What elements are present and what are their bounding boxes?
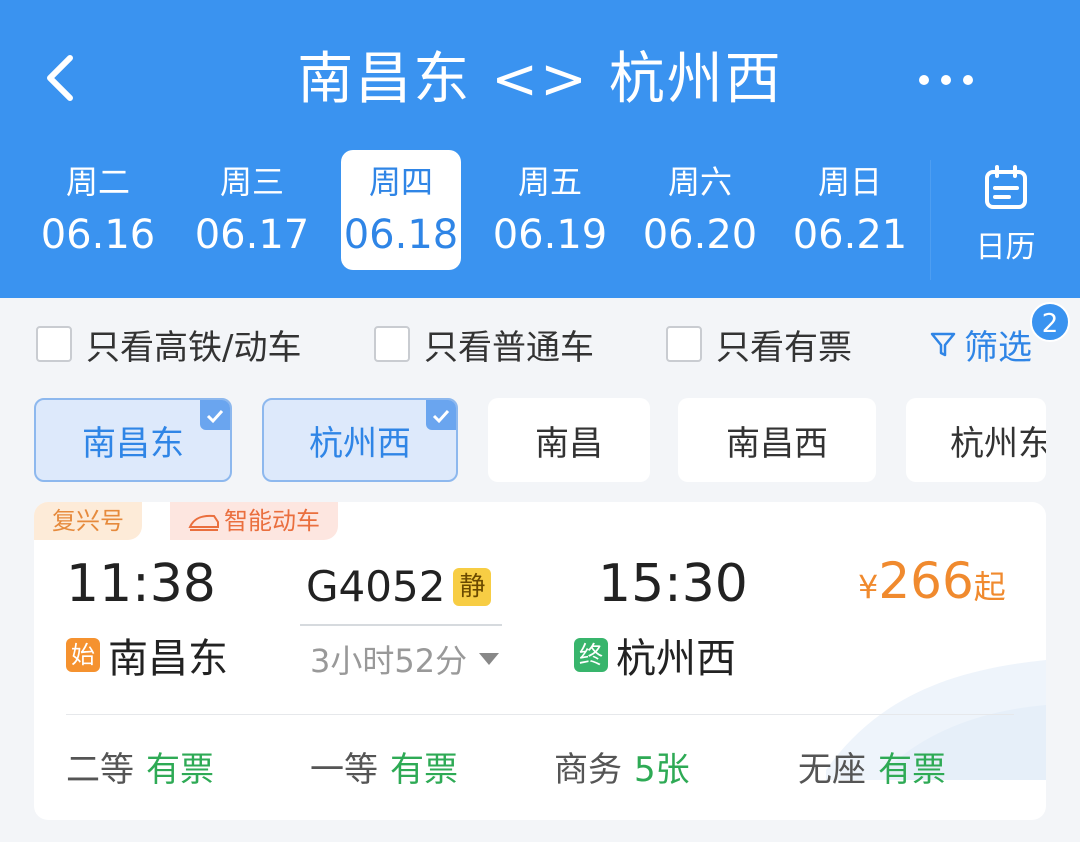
- seat-status: 有票: [146, 750, 214, 790]
- date-tab-weekday: 周五: [517, 163, 582, 201]
- date-tab-0620[interactable]: 周六 06.20: [630, 150, 770, 270]
- calendar-icon: [984, 165, 1027, 209]
- station-chip-label: 杭州东: [950, 423, 1046, 464]
- station-chip-hangzhouxi[interactable]: 杭州西: [262, 398, 458, 482]
- date-tab-date: 06.17: [194, 212, 310, 258]
- origin-badge: 始: [66, 638, 100, 672]
- train-number-text: G4052: [306, 562, 446, 611]
- duration-toggle[interactable]: 3小时52分: [310, 636, 500, 682]
- train-number: G4052 静: [306, 562, 492, 611]
- date-tab-0621[interactable]: 周日 06.21: [780, 150, 920, 270]
- filter-high-speed[interactable]: 只看高铁/动车: [36, 322, 302, 368]
- date-tab-date: 06.21: [792, 212, 908, 258]
- price-currency: ¥: [858, 568, 879, 606]
- date-tab-0618[interactable]: 周四 06.18: [341, 150, 461, 270]
- seat-class: 无座: [798, 750, 866, 790]
- station-chips: 南昌东 杭州西 南昌 南昌西 杭州东: [0, 398, 1080, 482]
- station-chip-label: 杭州西: [309, 423, 411, 464]
- date-tab-weekday: 周三: [219, 163, 284, 201]
- station-chip-hangzhoudong[interactable]: 杭州东: [906, 398, 1046, 482]
- seat-second-class: 二等 有票: [66, 742, 214, 791]
- tag-smart-emu-label: 智能动车: [224, 507, 320, 535]
- station-chip-nanchang[interactable]: 南昌: [488, 398, 650, 482]
- check-corner-icon: [200, 400, 230, 430]
- tag-smart-emu: 智能动车: [170, 502, 338, 540]
- date-tab-date: 06.20: [642, 212, 758, 258]
- arrival-station: 终 杭州西: [574, 626, 736, 684]
- departure-station: 始 南昌东: [66, 626, 228, 684]
- date-tab-date: 06.18: [343, 212, 459, 258]
- filter-normal[interactable]: 只看普通车: [374, 322, 594, 368]
- date-tab-weekday: 周四: [368, 163, 433, 201]
- filter-button[interactable]: 筛选: [928, 322, 1032, 368]
- date-tab-date: 06.16: [40, 212, 156, 258]
- departure-station-name: 南昌东: [108, 636, 228, 682]
- station-chip-label: 南昌东: [82, 423, 184, 464]
- date-tab-weekday: 周六: [667, 163, 732, 201]
- seat-availability: 二等 有票 一等 有票 商务 5张 无座 有票: [66, 742, 1026, 792]
- seat-status: 有票: [878, 750, 946, 790]
- calendar-button[interactable]: 日历: [930, 160, 1080, 280]
- check-corner-icon: [426, 400, 456, 430]
- seat-class: 二等: [66, 750, 134, 790]
- terminal-badge: 终: [574, 638, 608, 672]
- arrival-time: 15:30: [598, 554, 748, 614]
- filter-count-badge: 2: [1030, 302, 1070, 342]
- app-header: 南昌东 <> 杭州西 周二 06.16 周三 06.17 周四 06.18 周五…: [0, 0, 1080, 298]
- seat-first-class: 一等 有票: [310, 742, 458, 791]
- date-tab-weekday: 周日: [817, 163, 882, 201]
- filter-button-label: 筛选: [964, 327, 1032, 368]
- filter-available[interactable]: 只看有票: [666, 322, 852, 368]
- date-tab-weekday: 周二: [65, 163, 130, 201]
- filter-available-label: 只看有票: [716, 327, 852, 368]
- station-chip-label: 南昌西: [726, 423, 828, 464]
- seat-status: 有票: [390, 750, 458, 790]
- station-chip-nanchangdong[interactable]: 南昌东: [34, 398, 232, 482]
- train-icon: [188, 514, 219, 531]
- filter-normal-label: 只看普通车: [424, 327, 594, 368]
- station-chip-nanchangxi[interactable]: 南昌西: [678, 398, 876, 482]
- filter-row: 只看高铁/动车 只看普通车 只看有票 筛选: [0, 312, 1080, 372]
- arrival-station-name: 杭州西: [616, 636, 736, 682]
- checkbox[interactable]: [374, 326, 410, 362]
- card-divider: [66, 714, 1014, 715]
- seat-class: 商务: [554, 750, 622, 790]
- train-card[interactable]: 复兴号 智能动车 11:38 G4052 静 3小时52分 15:30 ¥ 26…: [34, 502, 1046, 820]
- duration-text: 3小时52分: [310, 642, 468, 680]
- price-suffix: 起: [973, 568, 1006, 606]
- price-value: 266: [878, 552, 974, 610]
- checkbox[interactable]: [36, 326, 72, 362]
- funnel-icon: [930, 332, 956, 357]
- station-chip-label: 南昌: [535, 423, 603, 464]
- tag-fuxing: 复兴号: [34, 502, 142, 540]
- price: ¥ 266 起: [858, 552, 1006, 610]
- seat-standing: 无座 有票: [798, 742, 946, 791]
- more-dots-icon[interactable]: [910, 60, 984, 100]
- date-tab-date: 06.19: [492, 212, 608, 258]
- checkbox[interactable]: [666, 326, 702, 362]
- seat-status: 5张: [634, 750, 690, 790]
- calendar-label: 日历: [975, 230, 1036, 265]
- departure-time: 11:38: [66, 554, 216, 614]
- date-tab-0617[interactable]: 周三 06.17: [182, 150, 322, 270]
- date-tab-0616[interactable]: 周二 06.16: [28, 150, 168, 270]
- seat-business: 商务 5张: [554, 742, 690, 791]
- duration-divider: [300, 624, 502, 626]
- date-tab-0619[interactable]: 周五 06.19: [480, 150, 620, 270]
- filter-high-speed-label: 只看高铁/动车: [86, 327, 302, 368]
- quiet-car-badge: 静: [453, 567, 492, 606]
- seat-class: 一等: [310, 750, 378, 790]
- caret-down-icon: [479, 653, 500, 665]
